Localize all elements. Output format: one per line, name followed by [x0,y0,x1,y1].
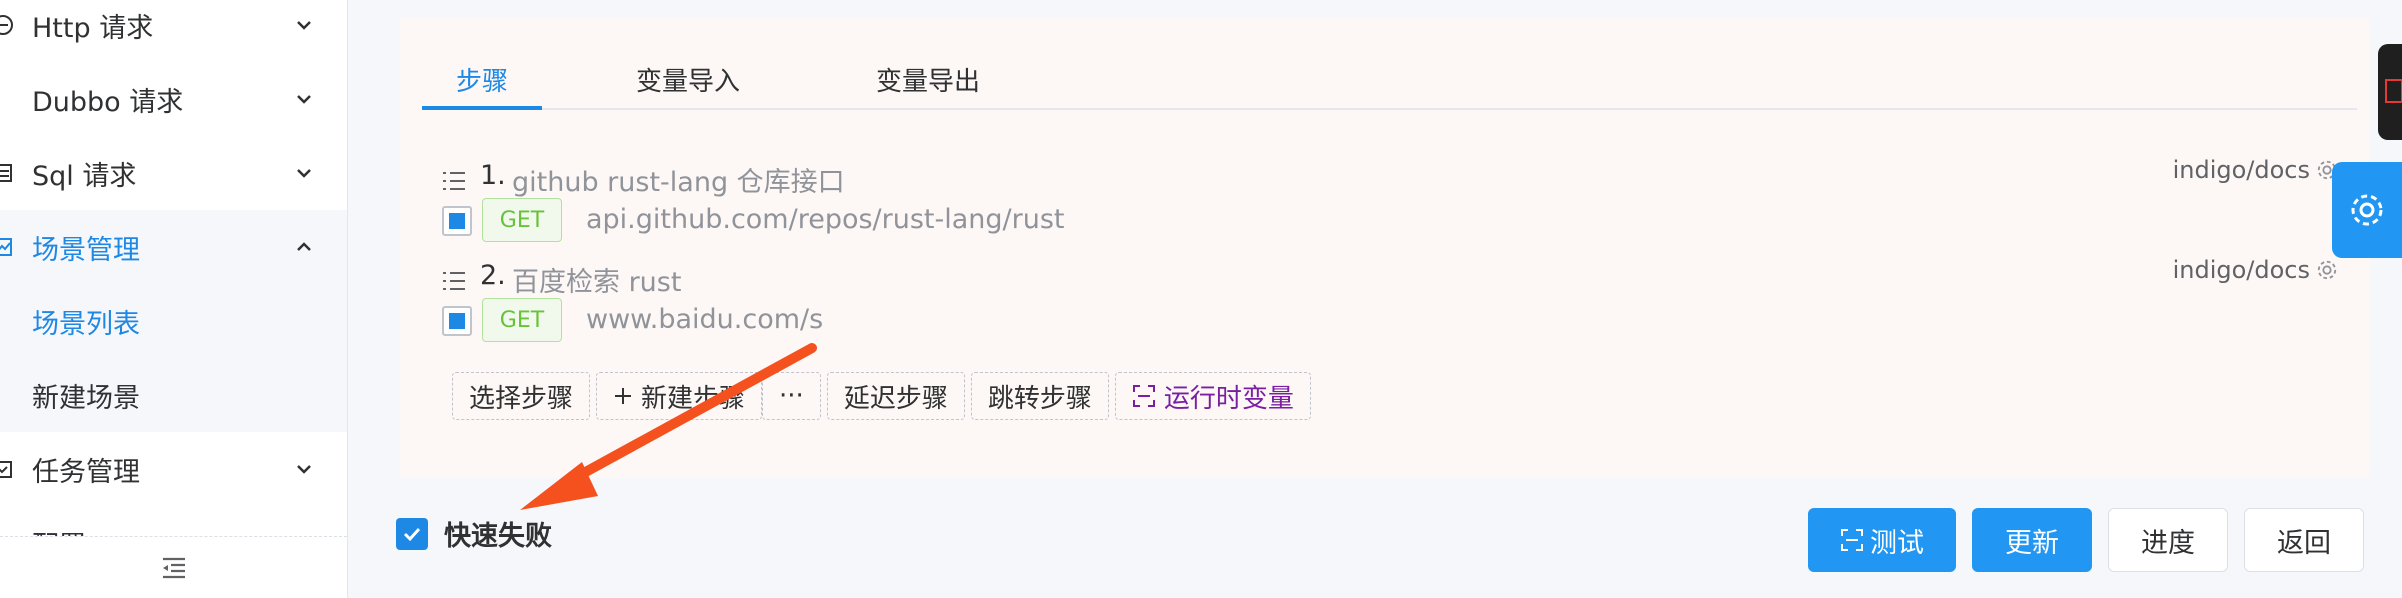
chart-icon [0,238,12,256]
tab-variable-export[interactable]: 变量导出 [858,50,998,108]
step-item[interactable]: 1. github rust-lang 仓库接口 GET api.github.… [442,156,2362,246]
step-url: www.baidu.com/s [586,304,824,335]
step-repo[interactable]: indigo/docs [2173,156,2338,184]
plus-icon [615,388,632,404]
scan-icon [1841,529,1863,551]
sidebar-item-task-management[interactable]: 任务管理 [0,432,347,506]
fast-fail-label: 快速失败 [444,521,552,552]
repo-label: indigo/docs [2172,156,2310,184]
sidebar-item-label: 任务管理 [32,456,140,488]
new-step-button[interactable]: 新建步骤 [596,372,763,420]
sidebar-item-label: 场景列表 [32,308,140,340]
tab-steps[interactable]: 步骤 [422,50,542,108]
fast-fail-checkbox[interactable] [396,517,428,550]
step-number: 2. [480,260,506,291]
sidebar-item-http[interactable]: Http 请求 [0,0,347,62]
test-button[interactable]: 测试 [1808,508,1956,572]
repo-label: indigo/docs [2172,256,2310,284]
step-actions: 选择步骤 新建步骤 ··· 延迟步骤 跳转步骤 运行时变量 [452,372,1311,420]
step-item[interactable]: 2. 百度检索 rust GET www.baidu.com/s indigo/… [442,256,2362,346]
runtime-variable-button[interactable]: 运行时变量 [1114,372,1311,420]
menu-fold-icon [162,557,185,578]
task-icon [0,461,12,478]
sidebar-collapse-button[interactable] [0,536,347,598]
side-widget[interactable] [2378,44,2402,140]
chevron-down-icon [297,465,311,474]
http-method-badge: GET [482,298,562,342]
step-checkbox[interactable] [442,306,472,336]
list-icon [443,172,465,190]
sidebar-item-scene-management[interactable]: 场景管理 [0,210,347,284]
back-button[interactable]: 返回 [2244,508,2364,572]
progress-button[interactable]: 进度 [2108,508,2228,572]
delay-step-button[interactable]: 延迟步骤 [826,372,965,420]
sidebar-item-label: 配置 [32,524,86,536]
select-step-button[interactable]: 选择步骤 [452,372,591,420]
sidebar-item-scene-list[interactable]: 场景列表 [0,284,347,358]
tab-variable-import[interactable]: 变量导入 [618,50,758,108]
sidebar: Http 请求 Dubbo 请求 Sql 请求 场景管理 场景列表 新建场景 任… [0,0,348,598]
list-icon [443,272,465,290]
calendar-icon [0,164,12,182]
step-number: 1. [480,160,506,191]
sidebar-item-config[interactable]: 配置 [0,506,347,536]
new-step-label: 新建步骤 [641,383,746,414]
sidebar-item-label: Dubbo 请求 [32,86,184,118]
sidebar-item-label: Http 请求 [32,12,154,44]
step-title: 百度检索 rust [512,267,682,298]
step-repo[interactable]: indigo/docs [2173,256,2338,284]
scan-icon [1132,385,1155,407]
chevron-down-icon [297,95,311,104]
sidebar-item-label: 场景管理 [32,234,140,266]
chevron-down-icon [297,169,311,178]
update-button[interactable]: 更新 [1972,508,2092,572]
step-title: github rust-lang 仓库接口 [512,167,845,198]
tab-bar: 步骤 变量导入 变量导出 [422,50,2357,110]
chevron-down-icon [297,21,311,30]
step-url: api.github.com/repos/rust-lang/rust [586,204,1065,235]
gear-icon[interactable] [2316,259,2338,281]
settings-drawer-button[interactable] [2332,162,2402,258]
tab-active-indicator [422,106,542,110]
sidebar-item-label: Sql 请求 [32,160,137,192]
http-method-badge: GET [482,198,562,242]
fast-fail-option[interactable]: 快速失败 [396,514,552,553]
sidebar-item-label: 新建场景 [32,382,140,414]
jump-step-button[interactable]: 跳转步骤 [970,372,1109,420]
more-button[interactable]: ··· [762,372,821,420]
chevron-up-icon [297,242,311,251]
step-checkbox[interactable] [442,206,472,236]
test-label: 测试 [1870,527,1924,559]
gear-icon [2351,194,2383,226]
globe-icon [0,15,13,35]
sidebar-item-dubbo[interactable]: Dubbo 请求 [0,62,347,136]
sidebar-item-new-scene[interactable]: 新建场景 [0,358,347,432]
monitor-icon [2385,79,2402,103]
check-icon [403,527,421,541]
sidebar-item-sql[interactable]: Sql 请求 [0,136,347,210]
runtime-variable-label: 运行时变量 [1163,383,1294,414]
